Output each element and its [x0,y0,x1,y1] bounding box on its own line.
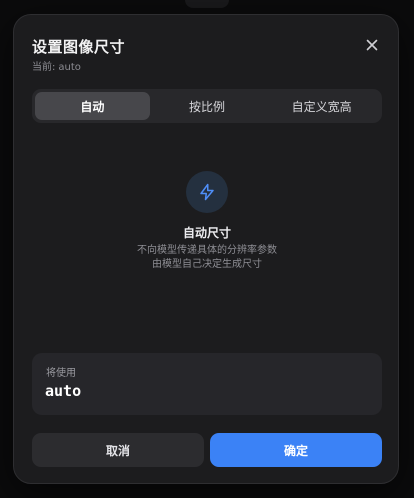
close-button[interactable] [364,37,380,53]
tab-custom-size[interactable]: 自定义宽高 [264,92,379,120]
size-mode-tabs: 自动 按比例 自定义宽高 [32,89,382,123]
will-use-value: auto [45,382,82,400]
current-size-caption: 当前: auto [32,58,84,73]
current-value: auto [58,62,81,73]
will-use-label: 将使用 [46,368,76,379]
auto-size-title: 自动尺寸 [182,226,231,240]
background-element [185,0,229,8]
current-label: 当前: [32,62,56,73]
will-use-card: 将使用 auto [32,353,382,415]
auto-size-description: 不向模型传递具体的分辨率参数 由模型自己决定生成尺寸 [14,244,400,272]
confirm-button[interactable]: 确定 [210,433,382,467]
close-icon [366,39,378,51]
image-size-dialog: 设置图像尺寸 当前: auto 自动 按比例 自定义宽高 自动尺寸 不向模型传递具… [13,14,399,484]
tab-aspect-ratio[interactable]: 按比例 [150,92,265,120]
lightning-bolt-icon [200,183,214,201]
auto-size-desc-line2: 由模型自己决定生成尺寸 [152,259,262,270]
auto-size-icon-badge [186,171,228,213]
auto-size-desc-line1: 不向模型传递具体的分辨率参数 [137,245,277,256]
tab-auto[interactable]: 自动 [35,92,150,120]
dialog-title: 设置图像尺寸 [32,38,126,56]
cancel-button[interactable]: 取消 [32,433,204,467]
